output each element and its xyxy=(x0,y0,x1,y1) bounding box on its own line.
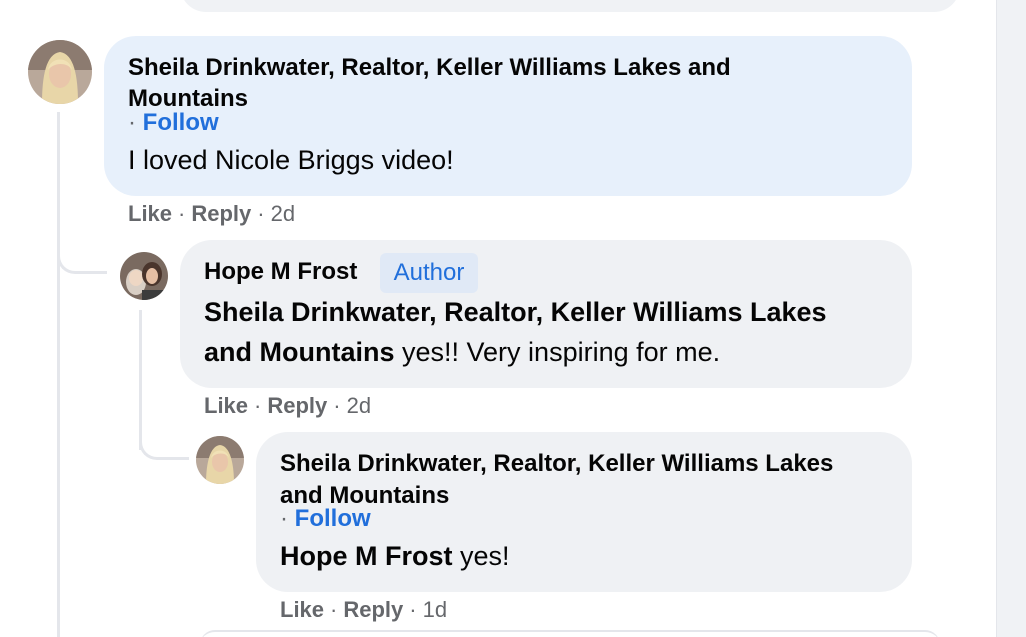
comment-text-body: yes! xyxy=(452,541,510,571)
follow-button[interactable]: Follow xyxy=(143,109,219,136)
comment-timestamp[interactable]: 1d xyxy=(423,597,447,622)
comment-text-body: yes!! Very inspiring for me. xyxy=(394,337,721,367)
separator-dot: · xyxy=(280,505,288,532)
profile-photo-icon xyxy=(196,436,244,484)
thread-connector xyxy=(57,252,107,274)
thread-line xyxy=(57,112,60,637)
profile-photo-icon xyxy=(28,40,92,104)
separator-dot: · xyxy=(178,201,186,226)
separator-dot: · xyxy=(254,393,262,418)
follow-button[interactable]: Follow xyxy=(295,505,371,532)
comment-author-name[interactable]: Hope M Frost xyxy=(204,256,357,288)
scrollbar-track[interactable] xyxy=(996,0,1026,637)
thread-line xyxy=(139,310,142,450)
separator-dot: · xyxy=(257,201,265,226)
reply-button[interactable]: Reply xyxy=(191,201,251,226)
separator-dot: · xyxy=(330,597,338,622)
like-button[interactable]: Like xyxy=(128,201,172,226)
comment-text: Sheila Drinkwater, Realtor, Keller Willi… xyxy=(204,292,904,372)
comment-actions: Like · Reply · 2d xyxy=(128,200,295,228)
mention-link[interactable]: Sheila Drinkwater, Realtor, Keller Willi… xyxy=(204,297,827,327)
mention-link[interactable]: Hope M Frost xyxy=(280,541,453,571)
comment-author-name[interactable]: Sheila Drinkwater, Realtor, Keller Willi… xyxy=(280,448,833,480)
profile-photo-icon xyxy=(120,252,168,300)
comment-text: Hope M Frost yes! xyxy=(280,536,510,576)
like-button[interactable]: Like xyxy=(280,597,324,622)
thread-connector xyxy=(139,438,189,460)
reply-button[interactable]: Reply xyxy=(343,597,403,622)
like-button[interactable]: Like xyxy=(204,393,248,418)
follow-row: · Follow xyxy=(280,506,371,532)
separator-dot: · xyxy=(409,597,417,622)
comment-text: I loved Nicole Briggs video! xyxy=(128,145,454,175)
comment-actions: Like · Reply · 1d xyxy=(280,596,447,624)
avatar[interactable] xyxy=(120,252,168,300)
reply-button[interactable]: Reply xyxy=(267,393,327,418)
previous-comment-bubble xyxy=(180,0,960,12)
mention-link[interactable]: and Mountains xyxy=(204,337,395,367)
author-badge: Author xyxy=(380,253,478,293)
comment-author-name[interactable]: Sheila Drinkwater, Realtor, Keller Willi… xyxy=(128,52,731,84)
comment-timestamp[interactable]: 2d xyxy=(347,393,371,418)
follow-row: · Follow xyxy=(128,110,219,136)
next-comment-bubble xyxy=(200,630,940,637)
avatar[interactable] xyxy=(196,436,244,484)
avatar[interactable] xyxy=(28,40,92,104)
separator-dot: · xyxy=(128,109,136,136)
comment-actions: Like · Reply · 2d xyxy=(204,392,371,420)
separator-dot: · xyxy=(333,393,341,418)
comment-timestamp[interactable]: 2d xyxy=(271,201,295,226)
